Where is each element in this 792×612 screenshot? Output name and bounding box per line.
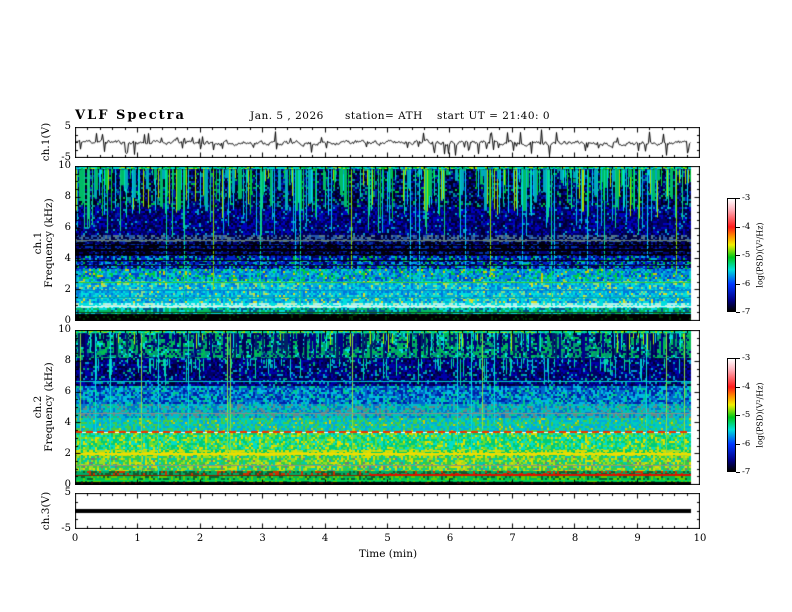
colorbar-tick xyxy=(736,444,740,445)
y-tick-label: 4 xyxy=(64,253,71,264)
ch2-spectrogram-ylabel-line2: Frequency (kHz) xyxy=(43,362,55,452)
y-tick-label: 2 xyxy=(64,448,71,459)
colorbar-tick xyxy=(736,284,740,285)
colorbar-tick xyxy=(736,415,740,416)
y-tick-label: 10 xyxy=(58,160,71,171)
start-ut-label: start UT = 21:40: 0 xyxy=(437,110,551,122)
y-tick-label: 10 xyxy=(58,324,71,335)
colorbar-ch1 xyxy=(727,198,736,312)
colorbar-tick-label: -7 xyxy=(742,467,751,477)
x-tick-label: 6 xyxy=(446,533,454,544)
x-tick-label: 4 xyxy=(321,533,329,544)
ch1-spectrogram-ylabel-line2: Frequency (kHz) xyxy=(43,198,55,288)
ch1-waveform-canvas xyxy=(75,127,700,158)
vlf-spectra-figure: VLF Spectra Jan. 5 , 2026 station= ATH s… xyxy=(0,0,792,612)
x-tick-label: 8 xyxy=(571,533,579,544)
y-tick-label: 5 xyxy=(64,121,71,132)
x-tick-label: 0 xyxy=(71,533,79,544)
y-tick-label: 2 xyxy=(64,284,71,295)
ch1-spectrogram-canvas xyxy=(75,166,700,321)
colorbar-tick-label: -4 xyxy=(742,381,751,392)
colorbar-tick-label: -7 xyxy=(742,307,751,317)
colorbar-tick-label: -5 xyxy=(742,410,751,420)
x-tick-label: 5 xyxy=(384,533,391,544)
figure-title: VLF Spectra xyxy=(75,108,186,123)
y-tick-label: 4 xyxy=(64,417,71,428)
x-tick-label: 10 xyxy=(693,533,707,544)
colorbar-tick xyxy=(736,472,740,473)
station-label: station= ATH xyxy=(345,110,423,122)
colorbar-tick xyxy=(736,387,740,388)
y-tick-label: 8 xyxy=(64,355,71,366)
colorbar-ch2 xyxy=(727,358,736,472)
colorbar-ch2-label: log(PSD)(V²/Hz) xyxy=(755,382,765,448)
y-tick-label: 8 xyxy=(64,191,71,202)
date-label: Jan. 5 , 2026 xyxy=(250,110,324,122)
colorbar-tick-label: -4 xyxy=(742,221,751,232)
colorbar-tick-label: -3 xyxy=(742,353,751,363)
ch2-spectrogram-ylabel: ch.2 Frequency (kHz) xyxy=(32,362,55,452)
colorbar-ch1-label: log(PSD)(V²/Hz) xyxy=(755,222,765,288)
ch1-spectrogram-ylabel: ch.1 Frequency (kHz) xyxy=(32,198,55,288)
x-tick-label: 9 xyxy=(634,533,641,544)
colorbar-tick xyxy=(736,227,740,228)
ch2-spectrogram-panel xyxy=(75,330,700,485)
ch3-waveform-canvas xyxy=(75,493,700,529)
ch1-spectrogram-panel xyxy=(75,166,700,321)
y-tick-label: 6 xyxy=(64,222,71,233)
x-tick-label: 1 xyxy=(134,533,141,544)
colorbar-tick xyxy=(736,358,740,359)
x-tick-label: 2 xyxy=(196,533,204,544)
time-axis-label: Time (min) xyxy=(358,548,418,560)
colorbar-tick xyxy=(736,255,740,256)
colorbar-tick-label: -3 xyxy=(742,193,751,203)
ch3-waveform-panel xyxy=(75,493,700,529)
y-tick-label: 5 xyxy=(64,487,71,498)
ch2-spectrogram-canvas xyxy=(75,330,700,485)
colorbar-tick xyxy=(736,198,740,199)
colorbar-tick xyxy=(736,312,740,313)
colorbar-tick-label: -6 xyxy=(742,438,751,449)
colorbar-tick-label: -5 xyxy=(742,250,751,260)
colorbar-tick-label: -6 xyxy=(742,278,751,289)
x-tick-label: 7 xyxy=(509,533,516,544)
ch1-waveform-panel xyxy=(75,127,700,158)
y-tick-label: 6 xyxy=(64,386,71,397)
x-tick-label: 3 xyxy=(259,533,266,544)
